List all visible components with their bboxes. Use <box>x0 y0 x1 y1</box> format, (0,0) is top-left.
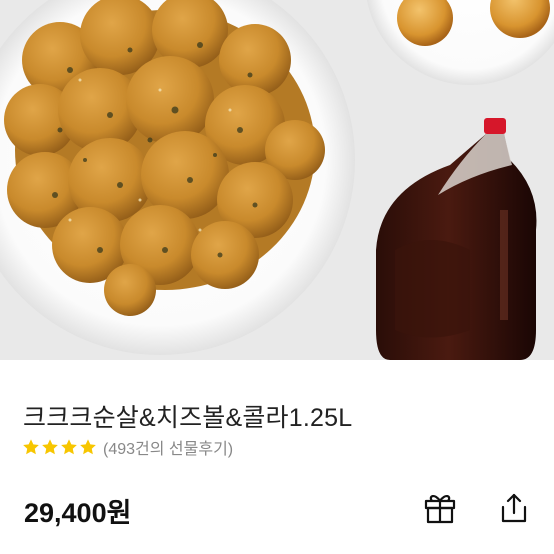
share-button[interactable] <box>494 488 534 528</box>
star-icon <box>80 439 96 455</box>
gift-button[interactable] <box>420 488 460 528</box>
product-image <box>0 0 554 360</box>
product-photo <box>0 0 554 360</box>
star-icon <box>23 439 39 455</box>
review-count[interactable]: (493건의 선물후기) <box>103 435 233 459</box>
share-icon <box>501 493 527 523</box>
star-icon <box>61 439 77 455</box>
product-title: 크크크순살&치즈볼&콜라1.25L <box>23 404 353 432</box>
product-info: 크크크순살&치즈볼&콜라1.25L (493건의 선물후기) 29,400원 <box>0 360 554 554</box>
product-price: 29,400원 <box>24 498 132 528</box>
rating-row[interactable]: (493건의 선물후기) <box>22 435 233 459</box>
rating-stars <box>22 438 97 456</box>
gift-icon <box>424 495 456 524</box>
star-icon <box>42 439 58 455</box>
